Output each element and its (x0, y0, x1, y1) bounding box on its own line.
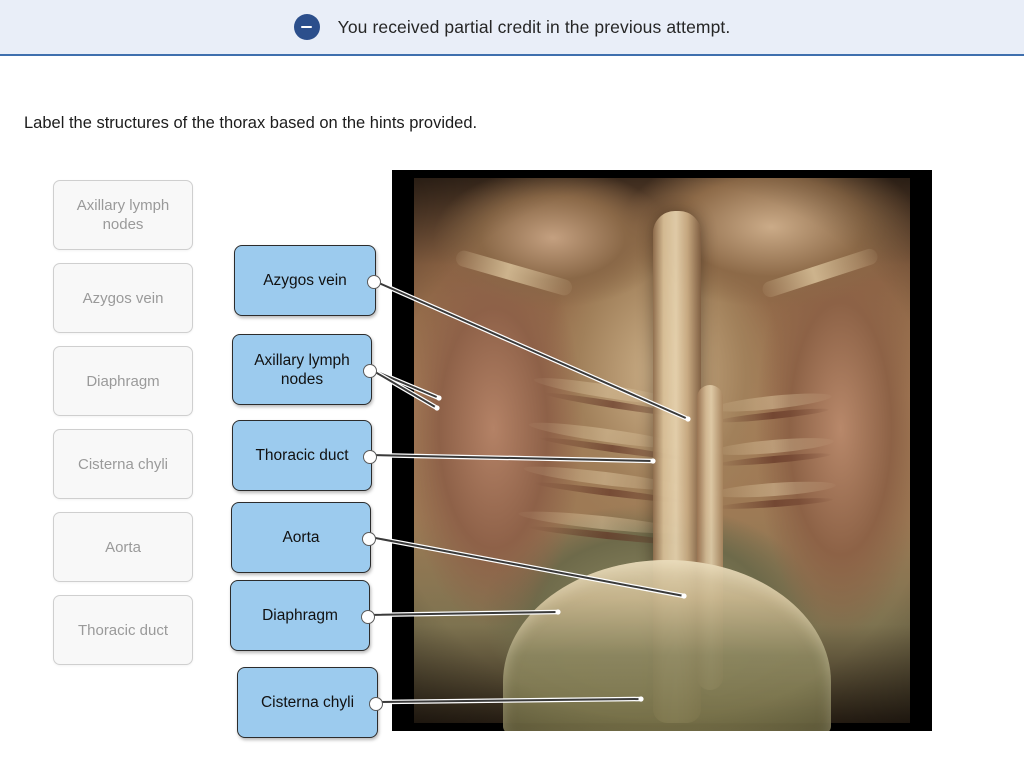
question-prompt: Label the structures of the thorax based… (24, 114, 478, 132)
clavicle-left (453, 248, 574, 298)
diaphragm-structure (503, 559, 831, 731)
answer-tile-axillary-lymph-nodes[interactable]: Axillary lymph nodes (232, 334, 377, 405)
answer-tile-label: Thoracic duct (255, 447, 349, 464)
connector-dot[interactable] (362, 531, 376, 546)
minus-glyph (301, 25, 313, 29)
status-banner-content: You received partial credit in the previ… (293, 14, 731, 40)
answer-tile-azygos-vein[interactable]: Azygos vein (234, 245, 381, 316)
connector-dot[interactable] (361, 609, 375, 624)
answer-tile-label: Azygos vein (263, 272, 347, 289)
word-bank-chip-thoracic-duct[interactable]: Thoracic duct (53, 595, 193, 665)
word-bank: Axillary lymph nodes Azygos vein Diaphra… (53, 180, 193, 678)
status-message: You received partial credit in the previ… (337, 16, 731, 37)
connector-dot[interactable] (363, 449, 377, 464)
word-bank-chip-azygos-vein[interactable]: Azygos vein (53, 263, 193, 333)
specimen-tissue (414, 178, 910, 731)
word-bank-chip-axillary-lymph-nodes[interactable]: Axillary lymph nodes (53, 180, 193, 250)
word-bank-chip-cisterna-chyli[interactable]: Cisterna chyli (53, 429, 193, 499)
thorax-dissection-image (392, 170, 932, 731)
answer-tile-aorta[interactable]: Aorta (231, 502, 376, 573)
answer-tile-diaphragm[interactable]: Diaphragm (230, 580, 375, 651)
clavicle-right (760, 247, 880, 300)
answer-tile-thoracic-duct[interactable]: Thoracic duct (232, 420, 377, 491)
connector-dot[interactable] (363, 363, 377, 378)
word-bank-chip-aorta[interactable]: Aorta (53, 512, 193, 582)
word-bank-chip-diaphragm[interactable]: Diaphragm (53, 346, 193, 416)
connector-dot[interactable] (367, 274, 381, 289)
answer-tile-label: Cisterna chyli (260, 694, 355, 711)
connector-dot[interactable] (369, 696, 383, 711)
answer-tile-cisterna-chyli[interactable]: Cisterna chyli (237, 667, 383, 738)
status-banner: You received partial credit in the previ… (0, 0, 1024, 56)
minus-circle-icon (293, 14, 320, 40)
answer-tile-label: Axillary lymph nodes (254, 351, 350, 388)
answer-tile-label: Diaphragm (262, 607, 338, 624)
answer-tile-label: Aorta (282, 529, 320, 546)
